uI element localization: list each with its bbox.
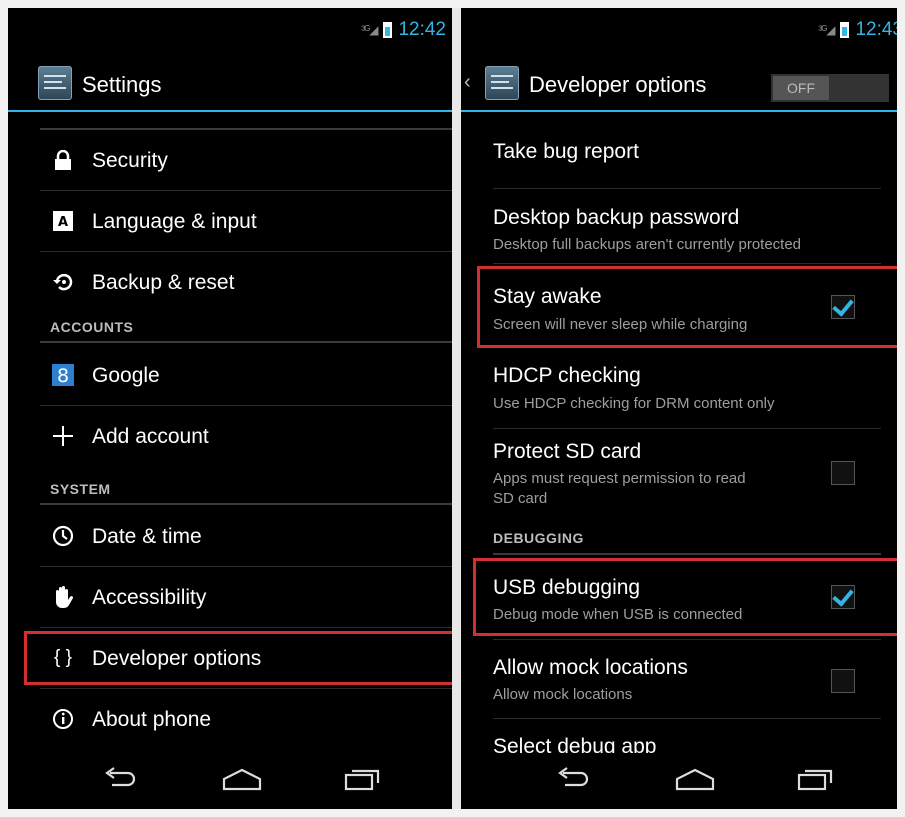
action-bar: ‹ Developer options OFF — [461, 58, 897, 112]
page-title: Developer options — [529, 72, 707, 97]
section-header-debugging: DEBUGGING — [493, 530, 584, 546]
navigation-bar — [461, 753, 897, 809]
svg-text:8: 8 — [57, 365, 69, 386]
settings-app-icon[interactable] — [38, 66, 72, 100]
toggle-label: OFF — [773, 76, 829, 100]
section-header-accounts: ACCOUNTS — [50, 319, 134, 335]
settings-item-date-time[interactable]: Date & time — [40, 506, 452, 567]
settings-item-label: Language & input — [92, 210, 257, 233]
status-bar: ³ᴳ◢ 12:43 — [461, 8, 897, 54]
dev-option-desktop-backup-password[interactable]: Desktop backup password Desktop full bac… — [493, 189, 881, 264]
settings-screen: ³ᴳ◢ 12:42 Settings Security A Language &… — [8, 8, 452, 809]
status-time: 12:43 — [855, 19, 897, 40]
option-title: HDCP checking — [493, 364, 641, 387]
highlight-box — [473, 558, 897, 636]
divider — [40, 503, 452, 505]
section-header-system: SYSTEM — [50, 481, 111, 497]
dev-option-take-bug-report[interactable]: Take bug report — [493, 114, 881, 189]
settings-item-label: Security — [92, 149, 168, 172]
signal-icon: ³ᴳ◢ — [361, 23, 378, 37]
info-icon — [50, 706, 76, 732]
back-icon[interactable] — [553, 765, 593, 795]
option-title: Desktop backup password — [493, 206, 740, 229]
settings-item-google[interactable]: 8 Google — [40, 345, 452, 406]
protect-sd-card-checkbox[interactable] — [831, 461, 855, 485]
developer-options-toggle[interactable]: OFF — [771, 74, 889, 102]
allow-mock-locations-checkbox[interactable] — [831, 669, 855, 693]
navigation-bar — [8, 753, 452, 809]
option-subtitle: SD card — [493, 490, 548, 507]
settings-item-backup-reset[interactable]: Backup & reset — [40, 252, 452, 312]
option-subtitle: Allow mock locations — [493, 686, 633, 703]
settings-item-label: About phone — [92, 708, 212, 731]
settings-item-accessibility[interactable]: Accessibility — [40, 567, 452, 628]
up-caret-icon[interactable]: ‹ — [464, 71, 471, 94]
page-title: Settings — [82, 72, 162, 97]
battery-icon — [840, 22, 850, 38]
option-subtitle: Desktop full backups aren't currently pr… — [493, 236, 802, 253]
back-icon[interactable] — [100, 765, 140, 795]
settings-item-language-input[interactable]: A Language & input — [40, 191, 452, 252]
svg-text:A: A — [58, 215, 68, 230]
option-subtitle: Apps must request permission to read — [493, 470, 746, 487]
settings-item-label: Add account — [92, 425, 209, 448]
clock-icon — [50, 523, 76, 549]
status-bar: ³ᴳ◢ 12:42 — [8, 8, 452, 54]
signal-icon: ³ᴳ◢ — [818, 23, 835, 37]
battery-icon — [383, 22, 393, 38]
highlight-box — [477, 266, 897, 348]
dev-option-allow-mock-locations[interactable]: Allow mock locations Allow mock location… — [493, 640, 881, 719]
hand-icon — [50, 584, 76, 610]
recent-apps-icon[interactable] — [342, 765, 382, 795]
keyboard-a-icon: A — [50, 208, 76, 234]
screenshot-frame: ³ᴳ◢ 12:42 Settings Security A Language &… — [8, 8, 897, 809]
home-icon[interactable] — [220, 765, 264, 795]
status-time: 12:42 — [398, 19, 446, 40]
home-icon[interactable] — [673, 765, 717, 795]
settings-app-icon[interactable] — [485, 66, 519, 100]
settings-item-label: Date & time — [92, 525, 202, 548]
lock-icon — [50, 147, 76, 173]
screen-divider — [452, 8, 461, 809]
plus-icon — [50, 423, 76, 449]
option-title: Allow mock locations — [493, 656, 688, 679]
option-subtitle: Use HDCP checking for DRM content only — [493, 395, 775, 412]
google-8-icon: 8 — [50, 362, 76, 388]
divider — [40, 341, 452, 343]
recent-apps-icon[interactable] — [795, 765, 835, 795]
highlight-box — [24, 631, 452, 685]
settings-item-label: Google — [92, 364, 160, 387]
divider — [493, 553, 881, 555]
settings-item-label: Accessibility — [92, 586, 207, 609]
action-bar: Settings — [8, 58, 452, 112]
option-title: Take bug report — [493, 140, 639, 163]
settings-item-add-account[interactable]: Add account — [40, 406, 452, 466]
settings-item-about-phone[interactable]: About phone — [40, 689, 452, 749]
settings-item-security[interactable]: Security — [40, 130, 452, 191]
dev-option-hdcp-checking[interactable]: HDCP checking Use HDCP checking for DRM … — [493, 348, 881, 429]
option-title: Protect SD card — [493, 440, 642, 463]
settings-item-label: Backup & reset — [92, 271, 235, 294]
developer-options-screen: ³ᴳ◢ 12:43 ‹ Developer options OFF Take b… — [461, 8, 897, 809]
dev-option-protect-sd-card[interactable]: Protect SD card Apps must request permis… — [493, 429, 881, 522]
restore-icon — [50, 269, 76, 295]
